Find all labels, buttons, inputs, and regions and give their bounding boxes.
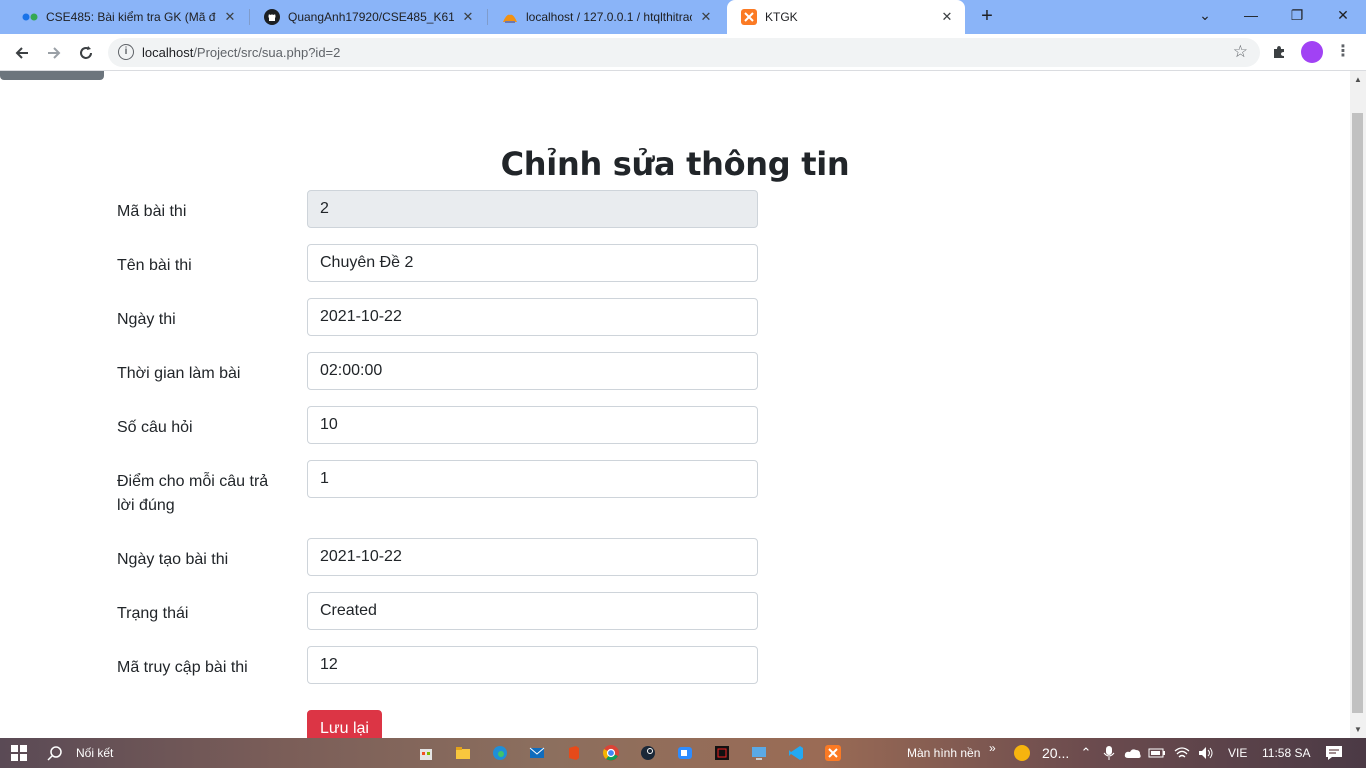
- battery-icon[interactable]: [1147, 743, 1167, 763]
- file-explorer-icon[interactable]: [453, 743, 473, 763]
- site-info-icon[interactable]: i: [118, 44, 134, 60]
- page-title: Chỉnh sửa thông tin: [500, 145, 850, 183]
- field-row-exam-name: Tên bài thi: [117, 244, 759, 298]
- field-row-points: Điểm cho mỗi câu trả lời đúng: [117, 460, 759, 538]
- points-per-answer-input[interactable]: [307, 460, 758, 498]
- created-date-input[interactable]: [307, 538, 758, 576]
- tab-github[interactable]: QuangAnh17920/CSE485_K61_KTGK ✕: [250, 0, 486, 34]
- windows-taskbar: Nối kết Màn hình nền » 20... ⌃ VIE 11:58…: [0, 738, 1366, 768]
- xampp-taskbar-icon[interactable]: [823, 743, 843, 763]
- exam-date-label: Ngày thi: [117, 311, 176, 328]
- scrollbar-thumb[interactable]: [1352, 113, 1363, 713]
- close-tab-icon[interactable]: ✕: [698, 9, 714, 25]
- minimize-button[interactable]: —: [1228, 0, 1274, 30]
- github-icon: [264, 9, 280, 25]
- field-row-created-date: Ngày tạo bài thi: [117, 538, 759, 592]
- close-tab-icon[interactable]: ✕: [222, 9, 238, 25]
- mail-icon[interactable]: [527, 743, 547, 763]
- edit-exam-form: Mã bài thi Tên bài thi Ngày thi Thời gia…: [117, 190, 759, 738]
- reload-button[interactable]: [72, 39, 100, 67]
- points-per-answer-label: Điểm cho mỗi câu trả lời đúng: [117, 473, 269, 514]
- close-tab-icon[interactable]: ✕: [939, 9, 955, 25]
- extensions-puzzle-icon[interactable]: [1269, 42, 1289, 62]
- field-row-status: Trạng thái: [117, 592, 759, 646]
- search-label[interactable]: Nối kết: [76, 746, 113, 760]
- tab-strip: CSE485: Bài kiểm tra GK (Mã đề C ✕ Quang…: [0, 0, 1366, 34]
- chrome-menu-icon[interactable]: ⋮: [1335, 40, 1351, 64]
- notifications-icon[interactable]: [1324, 743, 1344, 763]
- status-label: Trạng thái: [117, 605, 189, 622]
- volume-icon[interactable]: [1196, 743, 1216, 763]
- windows-start-icon[interactable]: [9, 743, 29, 763]
- created-date-label: Ngày tạo bài thi: [117, 551, 229, 568]
- edge-icon[interactable]: [490, 743, 510, 763]
- field-row-access-code: Mã truy cập bài thi: [117, 646, 759, 700]
- chrome-icon[interactable]: [601, 743, 621, 763]
- weather-sun-icon[interactable]: [1012, 743, 1032, 763]
- exam-name-label: Tên bài thi: [117, 257, 192, 274]
- browser-toolbar: i localhost/Project/src/sua.php?id=2 ☆ ⋮: [0, 34, 1366, 71]
- tab-teams[interactable]: CSE485: Bài kiểm tra GK (Mã đề C ✕: [8, 0, 248, 34]
- clock[interactable]: 11:58 SA: [1262, 746, 1310, 760]
- forward-arrow-icon: [48, 47, 61, 59]
- phpmyadmin-icon: [502, 9, 518, 25]
- zoom-icon[interactable]: [675, 743, 695, 763]
- top-button-stub[interactable]: [0, 71, 104, 80]
- access-code-label: Mã truy cập bài thi: [117, 659, 248, 676]
- bookmark-star-icon[interactable]: ☆: [1233, 42, 1248, 62]
- restore-button[interactable]: ❐: [1274, 0, 1320, 30]
- onedrive-cloud-icon[interactable]: [1123, 743, 1143, 763]
- page-scrollbar[interactable]: ▲ ▼: [1350, 71, 1366, 738]
- duration-label: Thời gian làm bài: [117, 365, 241, 382]
- office-icon[interactable]: [564, 743, 584, 763]
- xampp-icon: [741, 9, 757, 25]
- scroll-up-arrow-icon[interactable]: ▲: [1353, 75, 1363, 84]
- desktop-label[interactable]: Màn hình nền: [907, 746, 980, 760]
- field-row-duration: Thời gian làm bài: [117, 352, 759, 406]
- search-icon[interactable]: [45, 743, 65, 763]
- new-tab-button[interactable]: +: [976, 5, 998, 27]
- tab-phpmyadmin[interactable]: localhost / 127.0.0.1 / htqlthitrac ✕: [488, 0, 724, 34]
- field-row-exam-id: Mã bài thi: [117, 190, 759, 244]
- access-code-input[interactable]: [307, 646, 758, 684]
- back-button[interactable]: [8, 39, 36, 67]
- back-arrow-icon: [15, 47, 28, 59]
- hidden-icons-chevron-icon[interactable]: ⌃: [1076, 743, 1096, 763]
- teams-dots-icon: [22, 9, 38, 25]
- save-button[interactable]: Lưu lại: [307, 710, 382, 738]
- field-row-question-count: Số câu hỏi: [117, 406, 759, 460]
- forward-button[interactable]: [40, 39, 68, 67]
- close-tab-icon[interactable]: ✕: [460, 9, 476, 25]
- tab-search-chevron-icon[interactable]: ⌄: [1182, 0, 1228, 30]
- page-viewport: Chỉnh sửa thông tin Mã bài thi Tên bài t…: [0, 71, 1350, 738]
- microphone-icon[interactable]: [1099, 743, 1119, 763]
- exam-date-input[interactable]: [307, 298, 758, 336]
- scroll-down-arrow-icon[interactable]: ▼: [1353, 725, 1363, 734]
- wifi-icon[interactable]: [1172, 743, 1192, 763]
- reload-icon: [80, 46, 92, 59]
- question-count-input[interactable]: [307, 406, 758, 444]
- status-input[interactable]: [307, 592, 758, 630]
- field-row-exam-date: Ngày thi: [117, 298, 759, 352]
- tab-ktgk[interactable]: KTGK ✕: [727, 0, 965, 34]
- question-count-label: Số câu hỏi: [117, 419, 193, 436]
- url-text: localhost/Project/src/sua.php?id=2: [142, 45, 341, 60]
- weather-label[interactable]: 20...: [1042, 745, 1069, 761]
- duration-input[interactable]: [307, 352, 758, 390]
- exam-id-label: Mã bài thi: [117, 203, 187, 220]
- language-indicator[interactable]: VIE: [1228, 746, 1247, 760]
- vscode-icon[interactable]: [786, 743, 806, 763]
- garena-icon[interactable]: [712, 743, 732, 763]
- store-icon[interactable]: [416, 743, 436, 763]
- desktop-chevron-icon[interactable]: »: [989, 741, 996, 755]
- address-bar[interactable]: i localhost/Project/src/sua.php?id=2 ☆: [108, 38, 1260, 67]
- exam-id-input[interactable]: [307, 190, 758, 228]
- exam-name-input[interactable]: [307, 244, 758, 282]
- submit-row: Lưu lại: [117, 700, 759, 738]
- steam-icon[interactable]: [638, 743, 658, 763]
- profile-avatar[interactable]: [1301, 41, 1323, 63]
- close-window-button[interactable]: ✕: [1320, 0, 1366, 30]
- monitor-app-icon[interactable]: [749, 743, 769, 763]
